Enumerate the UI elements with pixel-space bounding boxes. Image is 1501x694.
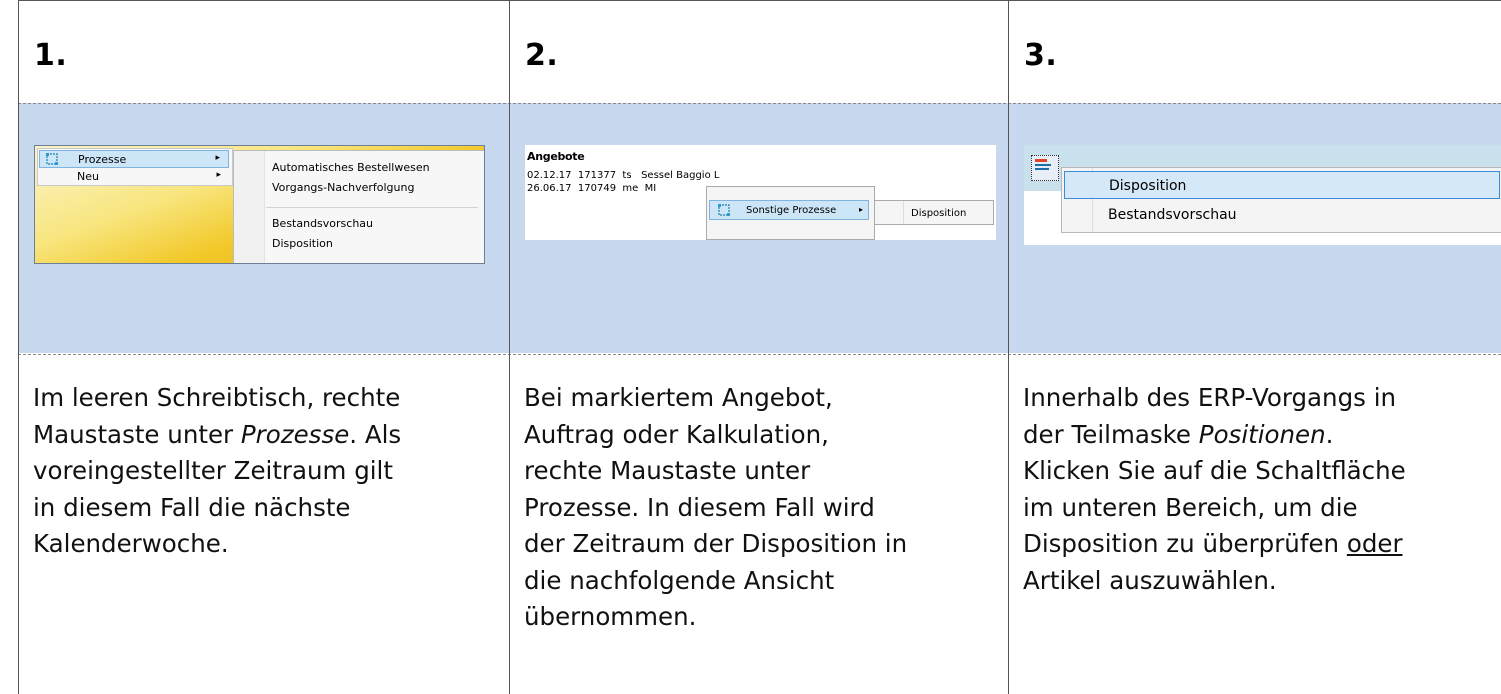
chevron-right-icon: ▸ [216,170,221,180]
process-table: 1. Prozesse ▸ Neu ▸ Automatisches Bestel… [18,0,1501,694]
submenu-prozesse: Automatisches Bestellwesen Vorgangs-Nach… [233,150,484,263]
step-number: 3. [1024,38,1058,73]
text-line: Artikel auszuwählen. [1023,565,1277,595]
text-line: Im leeren Schreibtisch, rechte [33,383,401,412]
context-menu: Prozesse ▸ Neu ▸ [37,148,233,186]
text-segment: Disposition zu überprüfen [1023,529,1347,558]
step-description: Bei markiertem Angebot, Auftrag oder Kal… [524,380,907,636]
screenshot-offer-context-menu: Angebote 02.12.17 171377 ts Sessel Baggi… [525,145,996,240]
text-segment: . [1325,419,1334,449]
disposition-icon [1035,159,1051,170]
step-description: Im leeren Schreibtisch, rechte Maustaste… [33,380,401,563]
text-segment: Maustaste unter [33,419,241,449]
disposition-button[interactable] [1031,155,1059,181]
text-line: übernommen. [524,602,697,631]
list-header: Angebote [527,150,585,163]
chevron-right-icon: ▸ [858,205,863,214]
process-icon [46,153,58,165]
text-line: Kalenderwoche. [33,529,229,558]
emphasis-prozesse: Prozesse [240,419,350,449]
process-icon [718,204,730,216]
menu-item-prozesse[interactable]: Prozesse ▸ [39,150,229,168]
submenu-item-disposition[interactable]: Disposition [911,208,966,219]
text-line: der Zeitraum der Disposition in [524,529,908,558]
text-line: Innerhalb des ERP-Vorgangs in [1023,383,1397,412]
text-line: die nachfolgende Ansicht [524,565,835,595]
submenu: Disposition [874,200,994,225]
menu-item-label: Disposition [1109,178,1187,194]
context-menu: Sonstige Prozesse ▸ [706,186,875,240]
context-menu: Disposition Bestandsvorschau [1061,167,1501,233]
menu-item-disposition[interactable]: Disposition [1064,171,1500,199]
menu-item-label: Sonstige Prozesse [746,205,837,216]
step-number: 2. [525,38,559,73]
text-line: voreingestellter Zeitraum gilt [33,456,393,485]
emphasis-positionen: Positionen [1198,419,1326,449]
menu-item-label: Neu [77,170,99,183]
column-3: 3. Disposition Bestandsvorschau Innerhal… [1008,0,1501,694]
text-line: Klicken Sie auf die Schaltfläche [1023,456,1406,485]
text-line: Prozesse. In diesem Fall wird [524,492,875,522]
screenshot-erp-positions-menu: Disposition Bestandsvorschau [1024,145,1501,245]
submenu-gutter [875,201,904,224]
text-line: Bei markiertem Angebot, [524,383,833,412]
text-line: im unteren Bereich, um die [1023,492,1358,522]
text-line: rechte Maustaste unter [524,456,811,485]
menu-separator [266,207,478,208]
screenshot-desktop-context-menu: Prozesse ▸ Neu ▸ Automatisches Bestellwe… [34,145,485,264]
menu-item-sonstige-prozesse[interactable]: Sonstige Prozesse ▸ [709,200,869,220]
submenu-item-bestandsvorschau[interactable]: Bestandsvorschau [272,217,373,230]
text-segment: der Teilmaske [1023,419,1199,449]
submenu-item-automatisches-bestellwesen[interactable]: Automatisches Bestellwesen [272,161,430,174]
emphasis-oder: oder [1346,529,1403,558]
submenu-gutter [234,151,265,263]
text-segment: . Als [349,419,402,449]
step-description: Innerhalb des ERP-Vorgangs in der Teilma… [1023,380,1406,599]
column-1: 1. Prozesse ▸ Neu ▸ Automatisches Bestel… [18,0,509,694]
submenu-item-vorgangs-nachverfolgung[interactable]: Vorgangs-Nachverfolgung [272,181,414,194]
submenu-item-disposition[interactable]: Disposition [272,237,333,250]
menu-item-bestandsvorschau[interactable]: Bestandsvorschau [1108,207,1237,223]
menu-item-neu[interactable]: Neu ▸ [39,168,229,186]
list-row[interactable]: 02.12.17 171377 ts Sessel Baggio L [527,170,719,181]
list-row[interactable]: 26.06.17 170749 me MI [527,183,656,194]
chevron-right-icon: ▸ [215,153,220,163]
step-number: 1. [34,38,68,73]
text-line: Auftrag oder Kalkulation, [524,419,829,449]
column-2: 2. Angebote 02.12.17 171377 ts Sessel Ba… [509,0,1008,694]
text-line: in diesem Fall die nächste [33,492,351,522]
menu-item-label: Prozesse [78,153,127,166]
